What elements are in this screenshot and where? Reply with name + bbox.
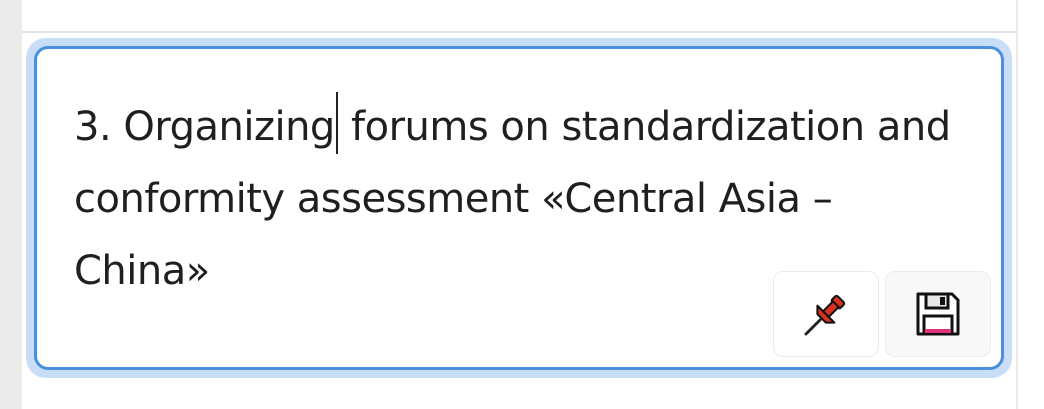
left-gutter <box>0 0 22 409</box>
cell-text-before-caret: 3. Organizing <box>74 104 335 150</box>
cell-editor[interactable]: 3. Organizing forums on standardization … <box>34 46 1004 370</box>
pin-button[interactable] <box>773 271 879 357</box>
active-cell[interactable]: 3. Organizing forums on standardization … <box>26 38 1012 378</box>
right-scroll-gutter <box>1016 0 1044 409</box>
page: 3. Organizing forums on standardization … <box>0 0 1044 409</box>
save-button[interactable] <box>885 271 991 357</box>
text-caret <box>335 92 338 154</box>
floppy-disk-icon <box>916 292 960 336</box>
previous-cell[interactable] <box>22 0 1016 33</box>
pushpin-icon <box>804 294 846 336</box>
cell-action-buttons <box>773 271 991 357</box>
